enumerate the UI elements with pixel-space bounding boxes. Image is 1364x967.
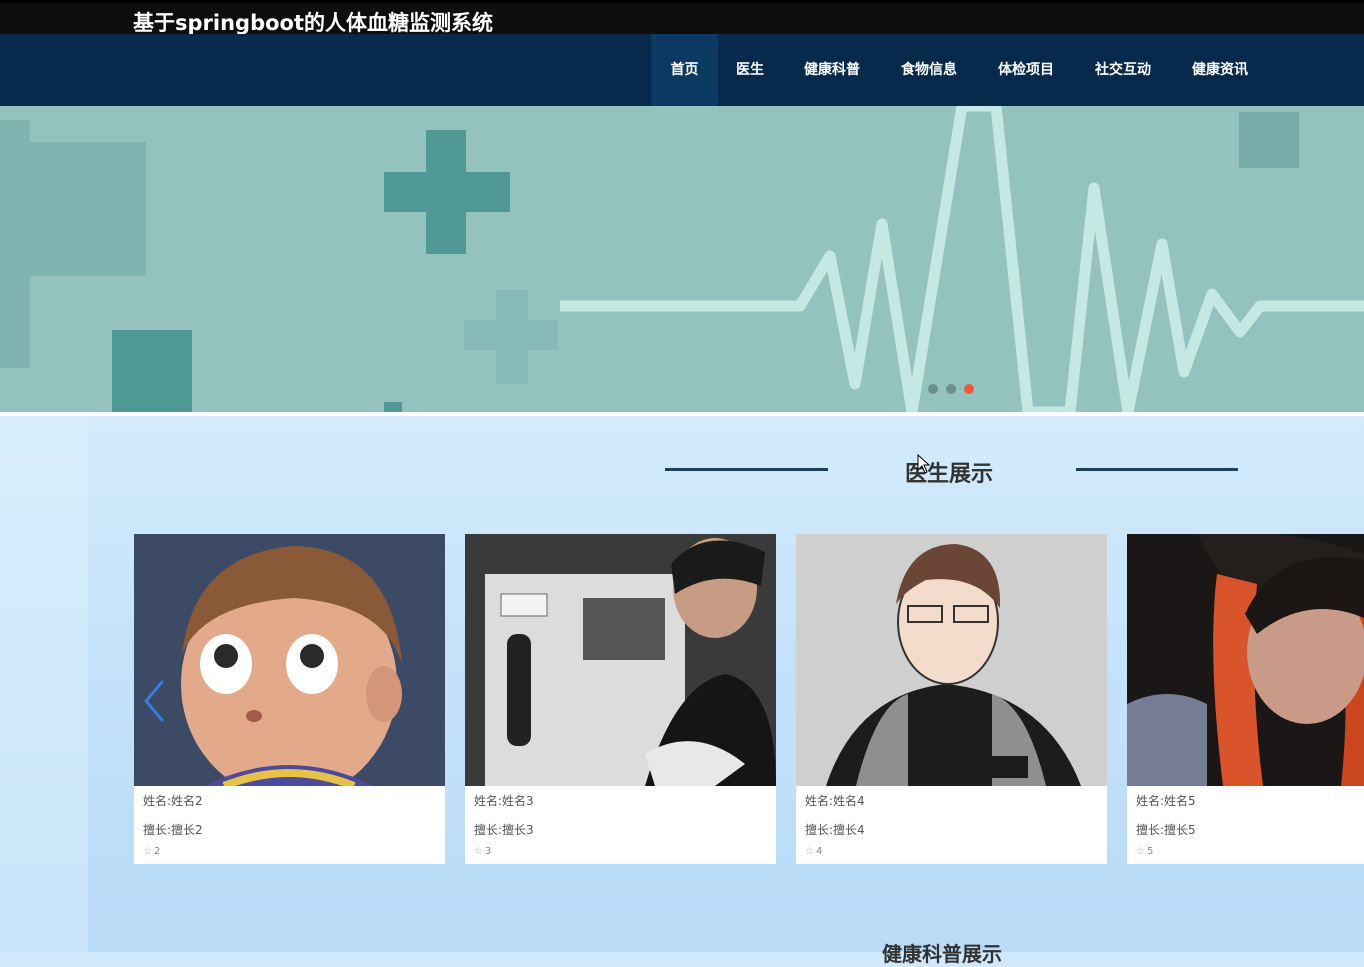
doctor-photo (1127, 534, 1364, 786)
doctor-specialty: 擅长:擅长2 (143, 823, 203, 837)
like-count[interactable]: ☆ 5 (1136, 846, 1153, 857)
doctor-name: 姓名:姓名5 (1136, 794, 1196, 808)
star-icon: ☆ (474, 846, 483, 857)
nav-item-social[interactable]: 社交互动 (1081, 34, 1165, 106)
star-icon: ☆ (1136, 846, 1145, 857)
side-panel (0, 416, 88, 952)
carousel-dot-1[interactable] (928, 384, 938, 394)
star-icon: ☆ (143, 846, 152, 857)
doctor-card[interactable]: 姓名:姓名2 擅长:擅长2 ☆ 2 (134, 534, 445, 864)
top-bar: 基于springboot的人体血糖监测系统 (0, 0, 1364, 35)
carousel-prev-arrow-icon[interactable] (140, 678, 170, 724)
doctor-photo (134, 534, 445, 786)
section-title-health-science: 健康科普展示 (882, 942, 1002, 966)
title-line-left (665, 468, 828, 471)
doctor-card[interactable]: 姓名:姓名4 擅长:擅长4 ☆ 4 (796, 534, 1107, 864)
main-nav: 首页 医生 健康科普 食物信息 体检项目 社交互动 健康资讯 (0, 34, 1364, 106)
doctor-name: 姓名:姓名2 (143, 794, 203, 808)
carousel-dot-3-active[interactable] (964, 384, 974, 394)
like-count[interactable]: ☆ 3 (474, 846, 491, 857)
title-line-right (1076, 468, 1238, 471)
like-count[interactable]: ☆ 4 (805, 846, 822, 857)
site-title: 基于springboot的人体血糖监测系统 (133, 11, 493, 35)
nav-item-doctors[interactable]: 医生 (718, 34, 782, 106)
star-icon: ☆ (805, 846, 814, 857)
hero-banner[interactable] (0, 106, 1364, 412)
doctor-specialty: 擅长:擅长5 (1136, 823, 1196, 837)
doctor-card[interactable]: 姓名:姓名5 擅长:擅长5 ☆ 5 (1127, 534, 1364, 864)
doctor-photo (796, 534, 1107, 786)
doctor-specialty: 擅长:擅长3 (474, 823, 534, 837)
doctor-specialty: 擅长:擅长4 (805, 823, 865, 837)
nav-item-food-info[interactable]: 食物信息 (887, 34, 971, 106)
nav-item-health-news[interactable]: 健康资讯 (1178, 34, 1262, 106)
nav-item-health-science[interactable]: 健康科普 (790, 34, 874, 106)
mouse-cursor-icon (917, 453, 931, 478)
medical-banner-illustration (0, 106, 1364, 412)
nav-item-home[interactable]: 首页 (651, 34, 718, 106)
doctor-name: 姓名:姓名4 (805, 794, 865, 808)
doctor-photo (465, 534, 776, 786)
like-count[interactable]: ☆ 2 (143, 846, 160, 857)
doctor-card[interactable]: 姓名:姓名3 擅长:擅长3 ☆ 3 (465, 534, 776, 864)
doctor-name: 姓名:姓名3 (474, 794, 534, 808)
carousel-dot-2[interactable] (946, 384, 956, 394)
nav-item-checkup-items[interactable]: 体检项目 (984, 34, 1068, 106)
